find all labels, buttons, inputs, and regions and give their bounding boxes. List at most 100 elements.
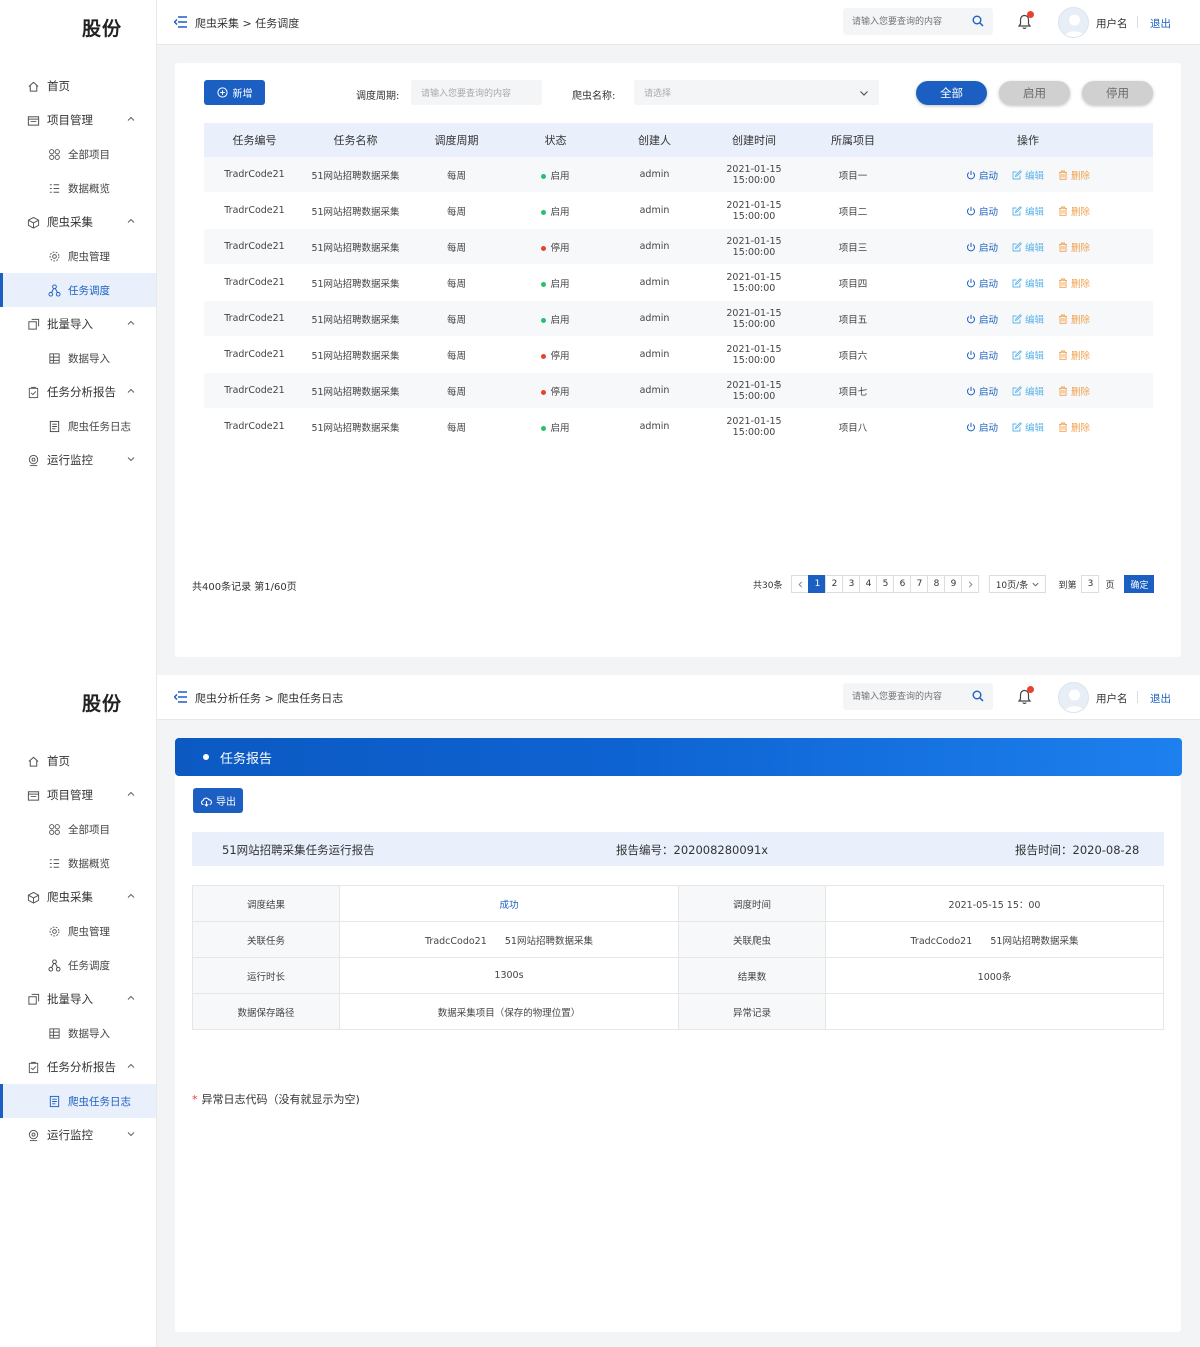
page-number-button[interactable]: 9 — [944, 575, 963, 593]
avatar[interactable] — [1058, 7, 1089, 38]
page-number-button[interactable]: 1 — [808, 575, 827, 593]
sidebar-item-crawler-log[interactable]: 爬虫任务日志 — [0, 409, 156, 443]
sidebar-item-crawler-log[interactable]: 爬虫任务日志 — [0, 1084, 156, 1118]
sidebar-item-home[interactable]: 首页 — [0, 744, 156, 778]
search-icon[interactable] — [972, 690, 984, 702]
page-size-select[interactable]: 10页/条 — [989, 575, 1047, 593]
edit-button[interactable]: 编辑 — [1012, 348, 1044, 362]
sidebar-item-task-report[interactable]: 任务分析报告 — [0, 375, 156, 409]
page-number-button[interactable]: 7 — [910, 575, 929, 593]
cell-name: 51网站招聘数据采集 — [311, 386, 400, 398]
delete-label: 删除 — [1071, 422, 1091, 434]
cell-creator: admin — [639, 205, 670, 216]
start-button[interactable]: 启动 — [966, 240, 998, 254]
delete-button[interactable]: 删除 — [1058, 204, 1090, 218]
page-number-button[interactable]: 3 — [842, 575, 861, 593]
delete-button[interactable]: 删除 — [1058, 312, 1090, 326]
delete-button[interactable]: 删除 — [1058, 240, 1090, 254]
start-button[interactable]: 启动 — [966, 384, 998, 398]
search-icon[interactable] — [972, 15, 984, 27]
row-actions: 启动 编辑 删除 — [903, 312, 1153, 326]
sidebar-item-all-projects[interactable]: 全部项目 — [0, 812, 156, 846]
sidebar-item-home[interactable]: 首页 — [0, 69, 156, 103]
edit-button[interactable]: 编辑 — [1012, 204, 1044, 218]
edit-button[interactable]: 编辑 — [1012, 276, 1044, 290]
page-number-button[interactable]: 2 — [825, 575, 844, 593]
crawler-select[interactable]: 请选择 — [634, 80, 879, 105]
start-button[interactable]: 启动 — [966, 168, 998, 182]
report-detail-table: 调度结果 成功 调度时间 2021-05-15 15：00 关联任务 TradcCodo2… — [192, 885, 1164, 1030]
sidebar-item-project-mgmt[interactable]: 项目管理 — [0, 778, 156, 812]
confirm-button[interactable]: 确定 — [1124, 575, 1155, 593]
sidebar-item-all-projects[interactable]: 全部项目 — [0, 137, 156, 171]
page-number-button[interactable]: 8 — [927, 575, 946, 593]
list-icon — [48, 182, 61, 195]
delete-button[interactable]: 删除 — [1058, 168, 1090, 182]
edit-button[interactable]: 编辑 — [1012, 420, 1044, 434]
prev-page-button[interactable] — [791, 575, 810, 593]
username[interactable]: 用户名 — [1096, 691, 1128, 706]
report-banner: 任务报告 — [175, 738, 1182, 776]
username[interactable]: 用户名 — [1096, 16, 1128, 31]
sidebar-item-monitor[interactable]: 运行监控 — [0, 1118, 156, 1152]
filter-enabled-button[interactable]: 启用 — [999, 81, 1070, 105]
filter-all-button[interactable]: 全部 — [916, 81, 987, 105]
sidebar-item-data-import[interactable]: 数据导入 — [0, 341, 156, 375]
sidebar-item-crawler[interactable]: 爬虫采集 — [0, 880, 156, 914]
cell-project: 项目八 — [838, 422, 868, 434]
grid-icon — [48, 823, 61, 836]
start-button[interactable]: 启动 — [966, 204, 998, 218]
menu-fold-icon[interactable] — [174, 691, 187, 703]
menu-fold-icon[interactable] — [174, 16, 187, 28]
sidebar-item-monitor[interactable]: 运行监控 — [0, 443, 156, 477]
next-page-button[interactable] — [961, 575, 980, 593]
delete-button[interactable]: 删除 — [1058, 348, 1090, 362]
start-button[interactable]: 启动 — [966, 420, 998, 434]
sidebar-item-project-mgmt[interactable]: 项目管理 — [0, 103, 156, 137]
edit-button[interactable]: 编辑 — [1012, 168, 1044, 182]
logout-link[interactable]: 退出 — [1150, 16, 1171, 31]
sidebar-item-data-overview[interactable]: 数据概览 — [0, 846, 156, 880]
page-number-button[interactable]: 5 — [876, 575, 895, 593]
sidebar-item-task-report[interactable]: 任务分析报告 — [0, 1050, 156, 1084]
sidebar-item-crawler-mgmt[interactable]: 爬虫管理 — [0, 239, 156, 273]
edit-button[interactable]: 编辑 — [1012, 240, 1044, 254]
delete-button[interactable]: 删除 — [1058, 420, 1090, 434]
sidebar-item-task-schedule[interactable]: 任务调度 — [0, 273, 156, 307]
sidebar-item-batch-import[interactable]: 批量导入 — [0, 982, 156, 1016]
logout-link[interactable]: 退出 — [1150, 691, 1171, 706]
edit-button[interactable]: 编辑 — [1012, 312, 1044, 326]
sidebar-item-label: 批量导入 — [47, 317, 93, 331]
required-mark: * — [192, 1093, 198, 1106]
detail-value: TradcCodo21 51网站招聘数据采集 — [339, 921, 679, 958]
sidebar-item-data-overview[interactable]: 数据概览 — [0, 171, 156, 205]
start-button[interactable]: 启动 — [966, 312, 998, 326]
edit-icon — [1012, 241, 1022, 251]
start-button[interactable]: 启动 — [966, 348, 998, 362]
search-input[interactable] — [843, 683, 993, 710]
delete-button[interactable]: 删除 — [1058, 384, 1090, 398]
avatar[interactable] — [1058, 682, 1089, 713]
cell-name: 51网站招聘数据采集 — [311, 314, 400, 326]
search-input[interactable] — [843, 8, 993, 35]
edit-icon — [1012, 277, 1022, 287]
sidebar-item-batch-import[interactable]: 批量导入 — [0, 307, 156, 341]
period-input[interactable]: 请输入您要查询的内容 — [411, 80, 542, 105]
detail-value: 2021-05-15 15：00 — [825, 885, 1164, 922]
add-button-label: 新增 — [232, 89, 253, 100]
start-button[interactable]: 启动 — [966, 276, 998, 290]
export-button[interactable]: 导出 — [193, 788, 243, 813]
sidebar-item-task-schedule[interactable]: 任务调度 — [0, 948, 156, 982]
sidebar-item-crawler[interactable]: 爬虫采集 — [0, 205, 156, 239]
goto-page-input[interactable]: 3 — [1081, 575, 1100, 593]
sidebar-item-crawler-mgmt[interactable]: 爬虫管理 — [0, 914, 156, 948]
delete-button[interactable]: 删除 — [1058, 276, 1090, 290]
gear-icon — [48, 925, 61, 938]
page-number-button[interactable]: 6 — [893, 575, 912, 593]
filter-disabled-button[interactable]: 停用 — [1082, 81, 1153, 105]
status-text: 启用 — [550, 422, 570, 434]
page-number-button[interactable]: 4 — [859, 575, 878, 593]
add-button[interactable]: 新增 — [204, 80, 265, 105]
edit-button[interactable]: 编辑 — [1012, 384, 1044, 398]
sidebar-item-data-import[interactable]: 数据导入 — [0, 1016, 156, 1050]
